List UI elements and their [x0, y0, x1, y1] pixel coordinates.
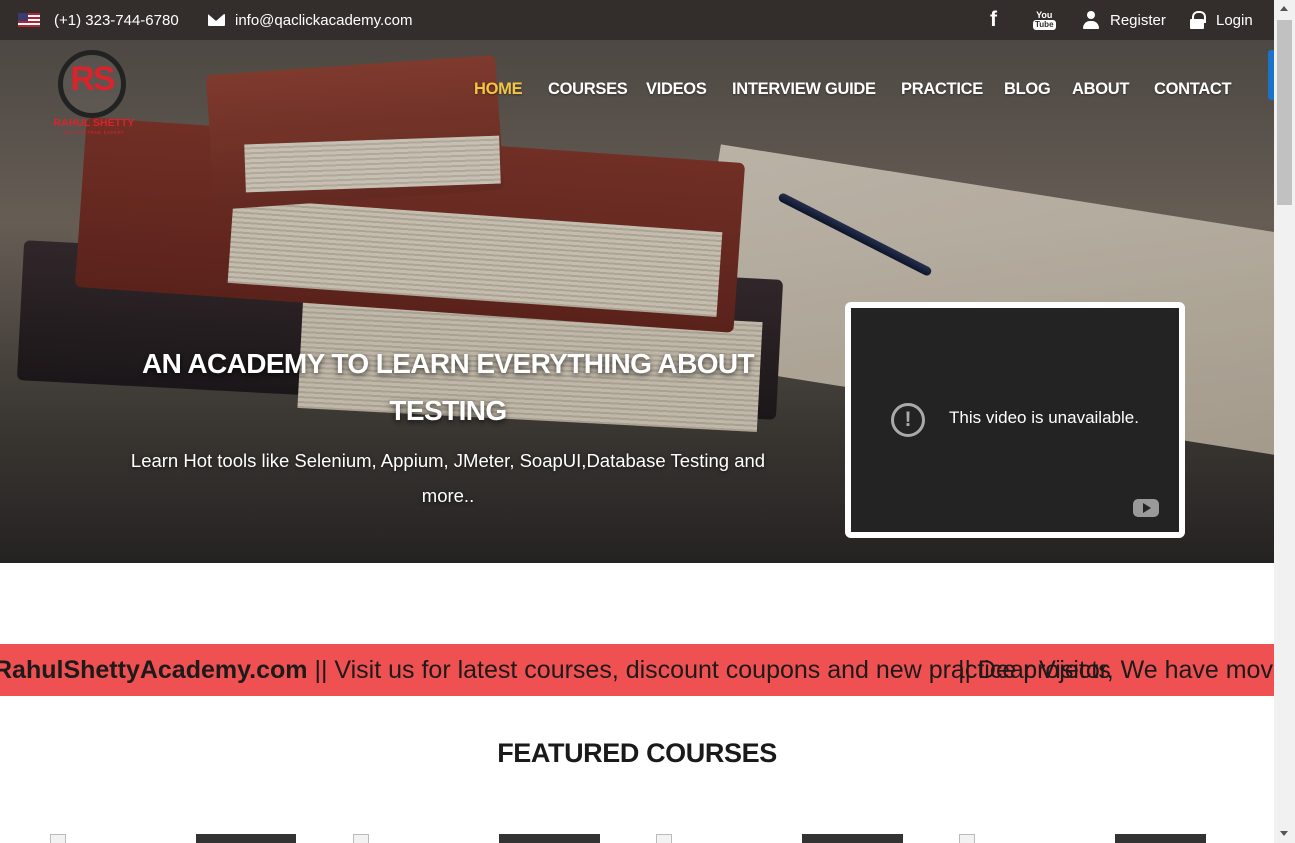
video-screen[interactable]: ! This video is unavailable. — [851, 308, 1179, 532]
register-link[interactable]: Register — [1082, 0, 1166, 40]
course-button[interactable] — [499, 834, 600, 843]
hero-subtitle: Learn Hot tools like Selenium, Appium, J… — [130, 450, 766, 506]
course-button[interactable] — [196, 834, 296, 843]
logo-monogram: RS — [70, 60, 115, 98]
lock-icon — [1190, 11, 1206, 29]
marquee-message-2: || Dear Visitor, We have moved — [958, 656, 1274, 684]
nav-home[interactable]: HOME — [474, 80, 523, 99]
nav-about[interactable]: ABOUT — [1072, 80, 1129, 99]
logo-name: RAHUL SHETTY — [53, 117, 135, 129]
youtube-link[interactable]: You Tube — [1033, 0, 1056, 40]
youtube-icon-top: You — [1036, 9, 1053, 20]
course-button[interactable] — [802, 834, 903, 843]
login-label[interactable]: Login — [1216, 12, 1253, 29]
user-icon — [1082, 11, 1100, 29]
email-address[interactable]: info@qaclickacademy.com — [235, 12, 413, 29]
scrollbar-thumb[interactable] — [1277, 20, 1292, 205]
announcement-marquee: RahulShettyAcademy.com || Visit us for l… — [0, 644, 1274, 696]
featured-courses-heading: FEATURED COURSES — [497, 738, 777, 768]
phone-contact: (+1) 323-744-6780 — [18, 0, 179, 40]
scroll-down-arrow-icon[interactable] — [1280, 831, 1288, 836]
email-contact[interactable]: info@qaclickacademy.com — [208, 0, 413, 40]
register-label[interactable]: Register — [1110, 12, 1166, 29]
course-image[interactable] — [959, 834, 975, 843]
us-flag-icon — [18, 13, 40, 27]
facebook-link[interactable]: f — [990, 0, 997, 40]
youtube-icon-bottom: Tube — [1033, 19, 1056, 30]
phone-number: (+1) 323-744-6780 — [54, 11, 179, 29]
warning-icon: ! — [891, 403, 925, 437]
login-link[interactable]: Login — [1190, 0, 1253, 40]
nav-videos[interactable]: VIDEOS — [646, 80, 707, 99]
youtube-icon[interactable]: You Tube — [1033, 9, 1056, 30]
video-unavailable-message: This video is unavailable. — [949, 408, 1139, 427]
nav-blog[interactable]: BLOG — [1004, 80, 1051, 99]
top-bar: (+1) 323-744-6780 info@qaclickacademy.co… — [0, 0, 1274, 40]
marquee-text-1: RahulShettyAcademy.com || Visit us for l… — [0, 644, 1111, 696]
course-image[interactable] — [656, 834, 672, 843]
marquee-site-name: RahulShettyAcademy.com — [0, 656, 308, 684]
envelope-icon — [208, 14, 225, 26]
nav-practice[interactable]: PRACTICE — [901, 80, 983, 99]
course-button[interactable] — [1115, 834, 1206, 843]
hero-title: AN ACADEMY TO LEARN EVERYTHING ABOUT TES… — [141, 348, 755, 426]
page-scrollbar[interactable] — [1274, 0, 1295, 843]
course-image[interactable] — [50, 834, 66, 843]
site-logo[interactable]: RS RAHUL SHETTY BECOME TRUE EXPERT — [48, 50, 140, 140]
nav-interview-guide[interactable]: INTERVIEW GUIDE — [732, 80, 876, 99]
scroll-up-arrow-icon[interactable] — [1280, 6, 1288, 11]
nav-contact[interactable]: CONTACT — [1154, 80, 1232, 99]
nav-courses[interactable]: COURSES — [548, 80, 628, 99]
logo-tagline: BECOME TRUE EXPERT — [63, 130, 125, 135]
hero-banner: RS RAHUL SHETTY BECOME TRUE EXPERT HOME … — [0, 40, 1274, 563]
youtube-play-icon[interactable] — [1133, 499, 1159, 517]
course-image[interactable] — [353, 834, 369, 843]
facebook-icon[interactable]: f — [990, 8, 997, 32]
video-player[interactable]: ! This video is unavailable. — [845, 302, 1185, 538]
